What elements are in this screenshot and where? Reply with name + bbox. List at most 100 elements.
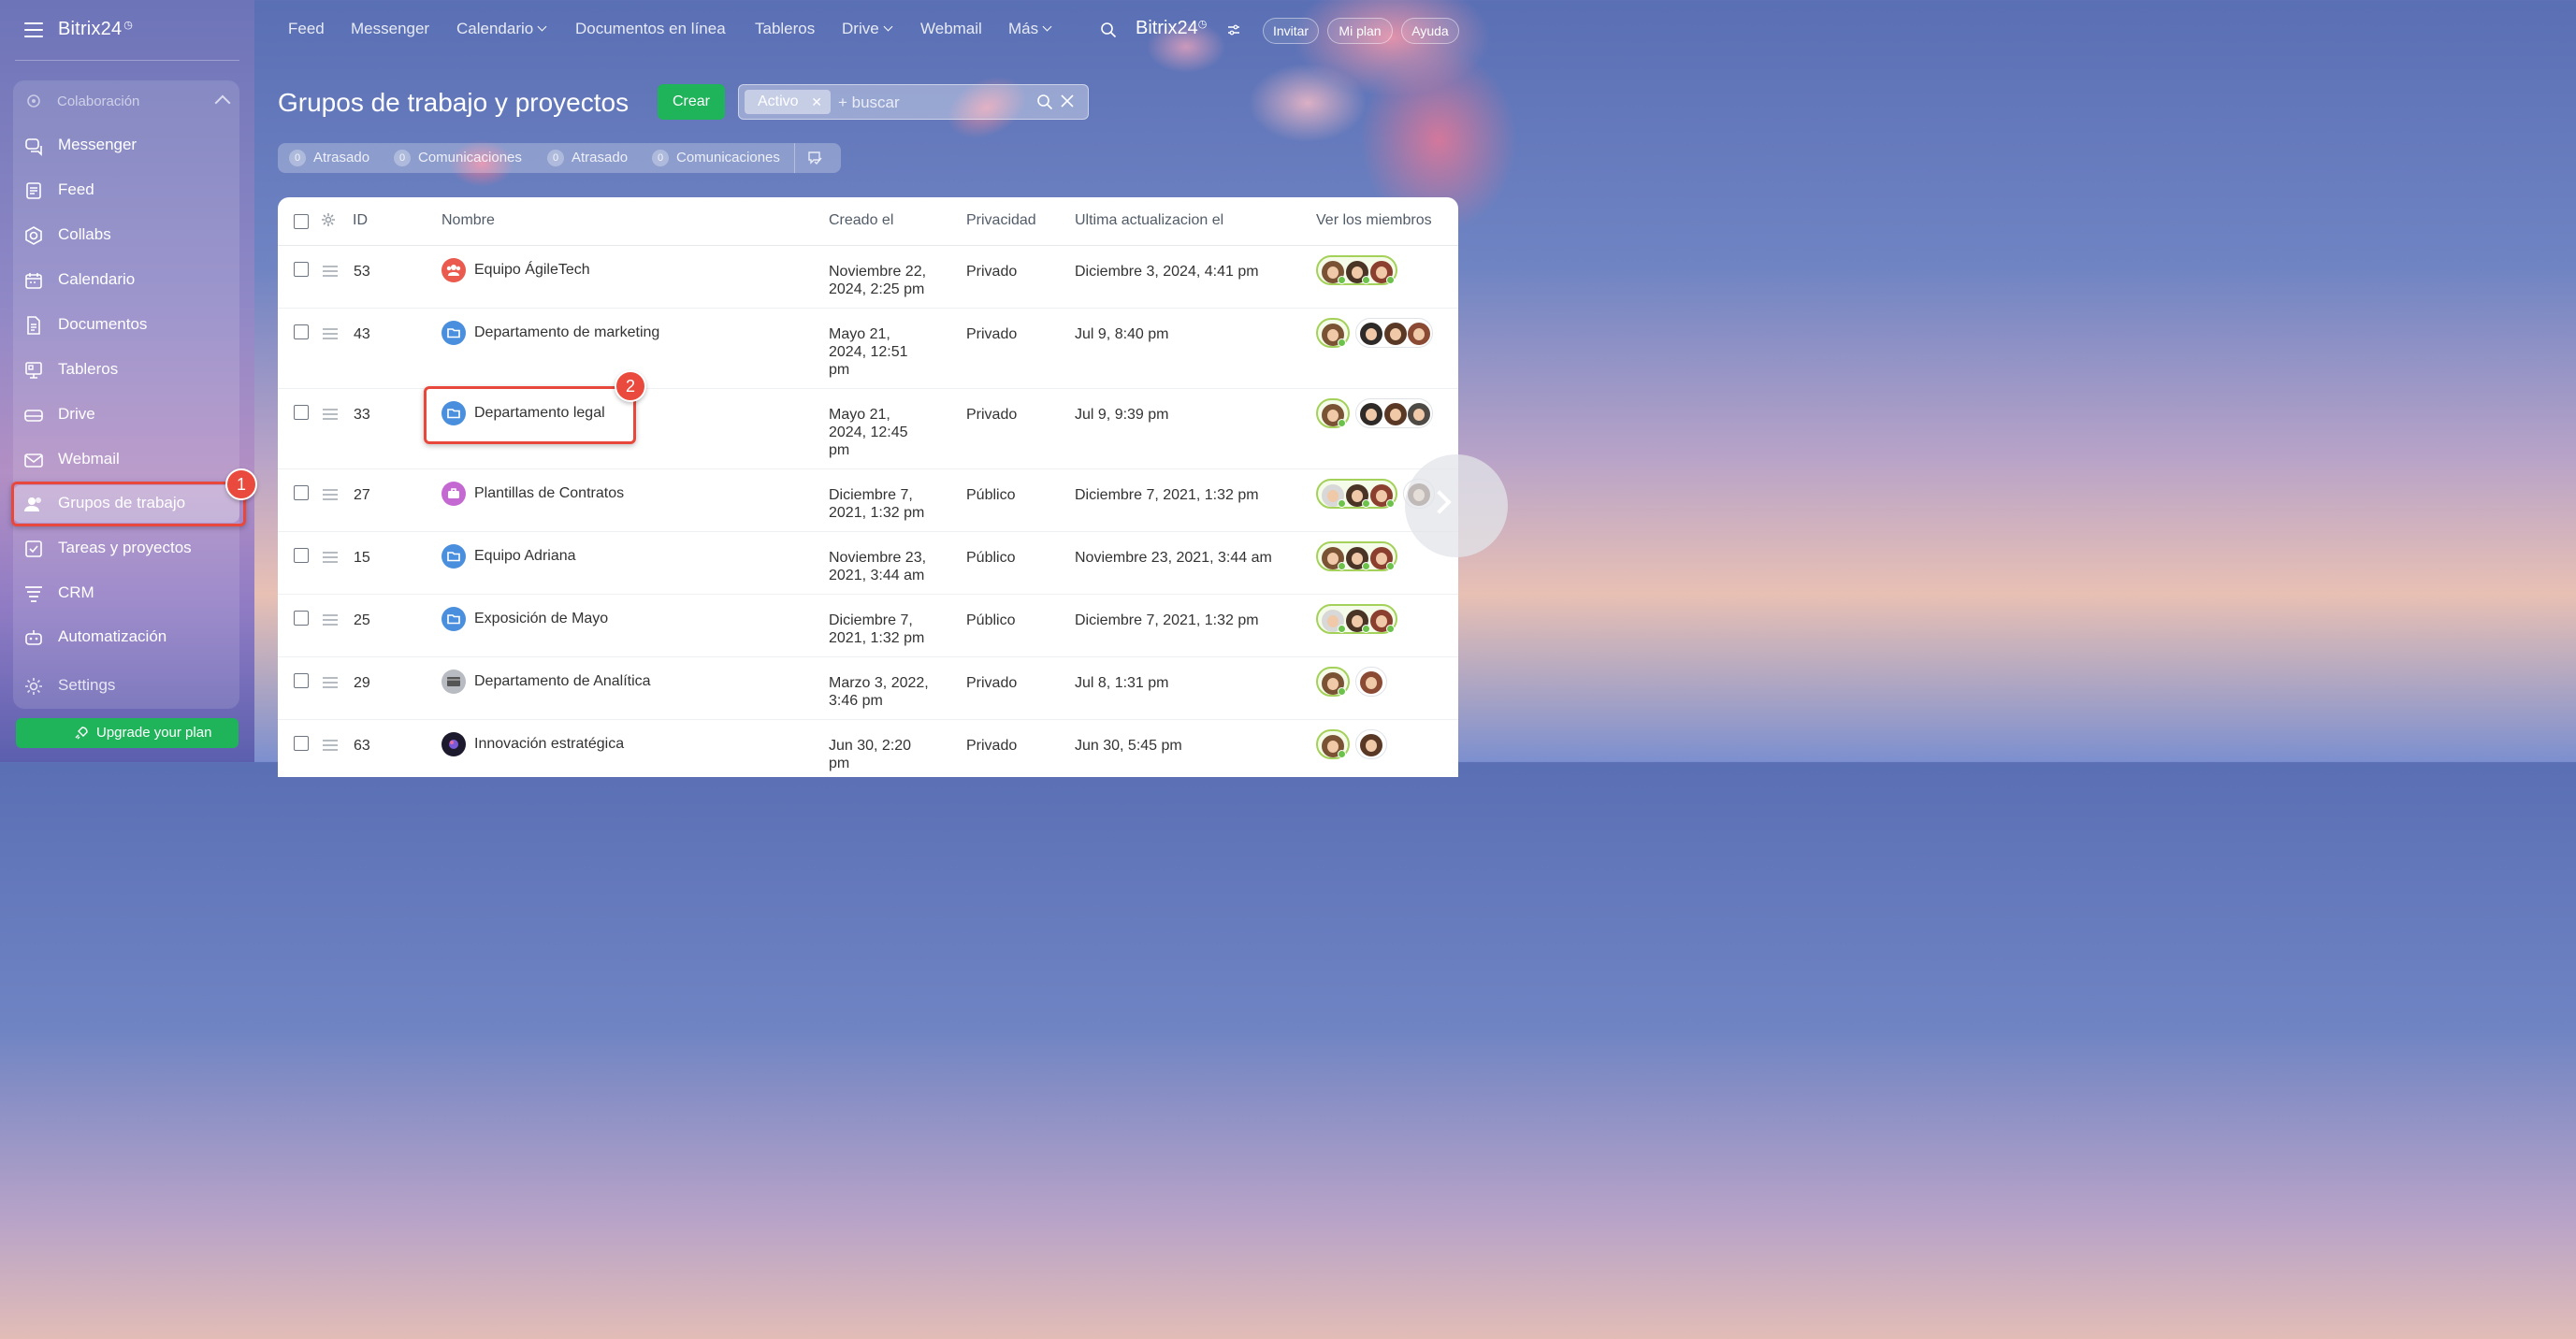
table-row[interactable]: 53 Equipo ÁgileTech Noviembre 22, 2024, … [278,245,1458,309]
sidebar-item-collabs[interactable]: Collabs [13,217,239,254]
chat-read-icon[interactable] [807,151,824,166]
search-icon[interactable] [1100,22,1117,38]
table-row[interactable]: 15 Equipo Adriana Noviembre 23, 2021, 3:… [278,531,1458,595]
sidebar-item-crm[interactable]: CRM [13,575,239,612]
my-plan-button[interactable]: Mi plan [1327,18,1393,44]
sidebar-item-messenger[interactable]: Messenger [13,127,239,165]
column-header-id[interactable]: ID [353,212,368,229]
avatar[interactable] [1370,547,1395,570]
topnav-mas[interactable]: Más [1008,20,1052,38]
avatar[interactable] [1346,547,1370,570]
row-checkbox[interactable] [294,485,309,500]
group-name-link[interactable]: Equipo ÁgileTech [474,261,590,279]
sliders-icon[interactable] [1227,23,1240,36]
row-checkbox[interactable] [294,262,309,277]
sidebar-item-feed[interactable]: Feed [13,172,239,209]
avatar[interactable] [1384,403,1407,425]
sidebar-item-calendario[interactable]: Calendario [13,262,239,299]
avatar[interactable] [1360,734,1382,756]
counter-comunicaciones[interactable]: 0 Comunicaciones [652,150,780,166]
table-row[interactable]: 27 Plantillas de Contratos Diciembre 7, … [278,468,1458,532]
group-name-link[interactable]: Innovación estratégica [474,735,624,753]
group-name-link[interactable]: Exposición de Mayo [474,610,608,627]
sidebar-item-webmail[interactable]: Webmail [13,441,239,479]
search-input[interactable] [836,91,1027,115]
drag-handle-icon[interactable] [323,266,338,280]
sidebar-item-documentos[interactable]: Documentos [13,307,239,344]
gear-icon[interactable] [321,212,336,227]
column-header-created[interactable]: Creado el [829,212,893,229]
chevron-up-icon[interactable] [214,94,231,111]
row-checkbox[interactable] [294,405,309,420]
topnav-messenger[interactable]: Messenger [351,20,429,38]
counter-atrasado[interactable]: 0 Atrasado [547,150,628,166]
avatar[interactable] [1360,403,1382,425]
help-button[interactable]: Ayuda [1401,18,1459,44]
app-logo[interactable]: Bitrix24 ◷ [58,19,133,40]
topnav-tableros[interactable]: Tableros [755,20,815,38]
avatar[interactable] [1322,547,1346,570]
row-checkbox[interactable] [294,673,309,688]
drag-handle-icon[interactable] [323,328,338,342]
avatar[interactable] [1322,672,1346,696]
topnav-documentos[interactable]: Documentos en línea [575,20,726,38]
search-icon[interactable] [1036,94,1053,110]
avatar[interactable] [1322,324,1346,347]
column-header-privacy[interactable]: Privacidad [966,212,1036,229]
group-name-link[interactable]: Equipo Adriana [474,547,576,565]
group-name-link[interactable]: Departamento de Analítica [474,672,651,690]
close-icon[interactable]: ✕ [811,90,822,114]
topnav-calendario[interactable]: Calendario [456,20,547,38]
drag-handle-icon[interactable] [323,409,338,423]
drag-handle-icon[interactable] [323,552,338,566]
create-button[interactable]: Crear [658,84,725,120]
table-row[interactable]: 25 Exposición de Mayo Diciembre 7, 2021,… [278,594,1458,657]
avatar[interactable] [1346,261,1370,284]
topnav-webmail[interactable]: Webmail [920,20,982,38]
avatar[interactable] [1360,671,1382,694]
sidebar-item-tareas-y-proyectos[interactable]: Tareas y proyectos [13,530,239,568]
sidebar-item-settings[interactable]: Settings [13,668,239,705]
menu-section-header[interactable]: Colaboración [13,80,239,122]
avatar[interactable] [1322,404,1346,427]
row-checkbox[interactable] [294,324,309,339]
avatar[interactable] [1322,610,1346,633]
topnav-drive[interactable]: Drive [842,20,893,38]
filter-tag-activo[interactable]: Activo ✕ [745,90,831,114]
column-header-members[interactable]: Ver los miembros [1316,212,1432,229]
upgrade-plan-button[interactable]: Upgrade your plan [16,718,239,748]
sidebar-item-drive[interactable]: Drive [13,396,239,434]
next-page-arrow[interactable] [1405,454,1508,557]
hamburger-menu-icon[interactable] [24,22,43,37]
topnav-feed[interactable]: Feed [288,20,325,38]
sidebar-item-automatizacion[interactable]: Automatización [13,619,239,656]
search-filter-box[interactable]: Activo ✕ [738,84,1089,120]
avatar[interactable] [1370,261,1395,284]
group-name-link[interactable]: Departamento de marketing [474,324,659,341]
clear-icon[interactable] [1060,94,1075,108]
table-row[interactable]: 43 Departamento de marketing Mayo 21, 20… [278,308,1458,389]
brand-logo[interactable]: Bitrix24◷ [1136,18,1207,39]
avatar[interactable] [1322,735,1346,758]
avatar[interactable] [1346,610,1370,633]
counter-comunicaciones[interactable]: 0 Comunicaciones [394,150,522,166]
column-header-name[interactable]: Nombre [441,212,495,229]
row-checkbox[interactable] [294,548,309,563]
group-name-link[interactable]: Plantillas de Contratos [474,484,624,502]
drag-handle-icon[interactable] [323,489,338,503]
drag-handle-icon[interactable] [323,677,338,691]
avatar[interactable] [1370,484,1395,508]
table-row[interactable]: 29 Departamento de Analítica Marzo 3, 20… [278,656,1458,720]
avatar[interactable] [1408,323,1430,345]
avatar[interactable] [1322,484,1346,508]
avatar[interactable] [1408,403,1430,425]
avatar[interactable] [1322,261,1346,284]
select-all-checkbox[interactable] [294,214,309,229]
invite-button[interactable]: Invitar [1263,18,1319,44]
drag-handle-icon[interactable] [323,614,338,628]
sidebar-item-tableros[interactable]: Tableros [13,352,239,389]
row-checkbox[interactable] [294,736,309,751]
avatar[interactable] [1370,610,1395,633]
counter-atrasado[interactable]: 0 Atrasado [289,150,369,166]
column-header-updated[interactable]: Ultima actualizacion el [1075,212,1223,229]
